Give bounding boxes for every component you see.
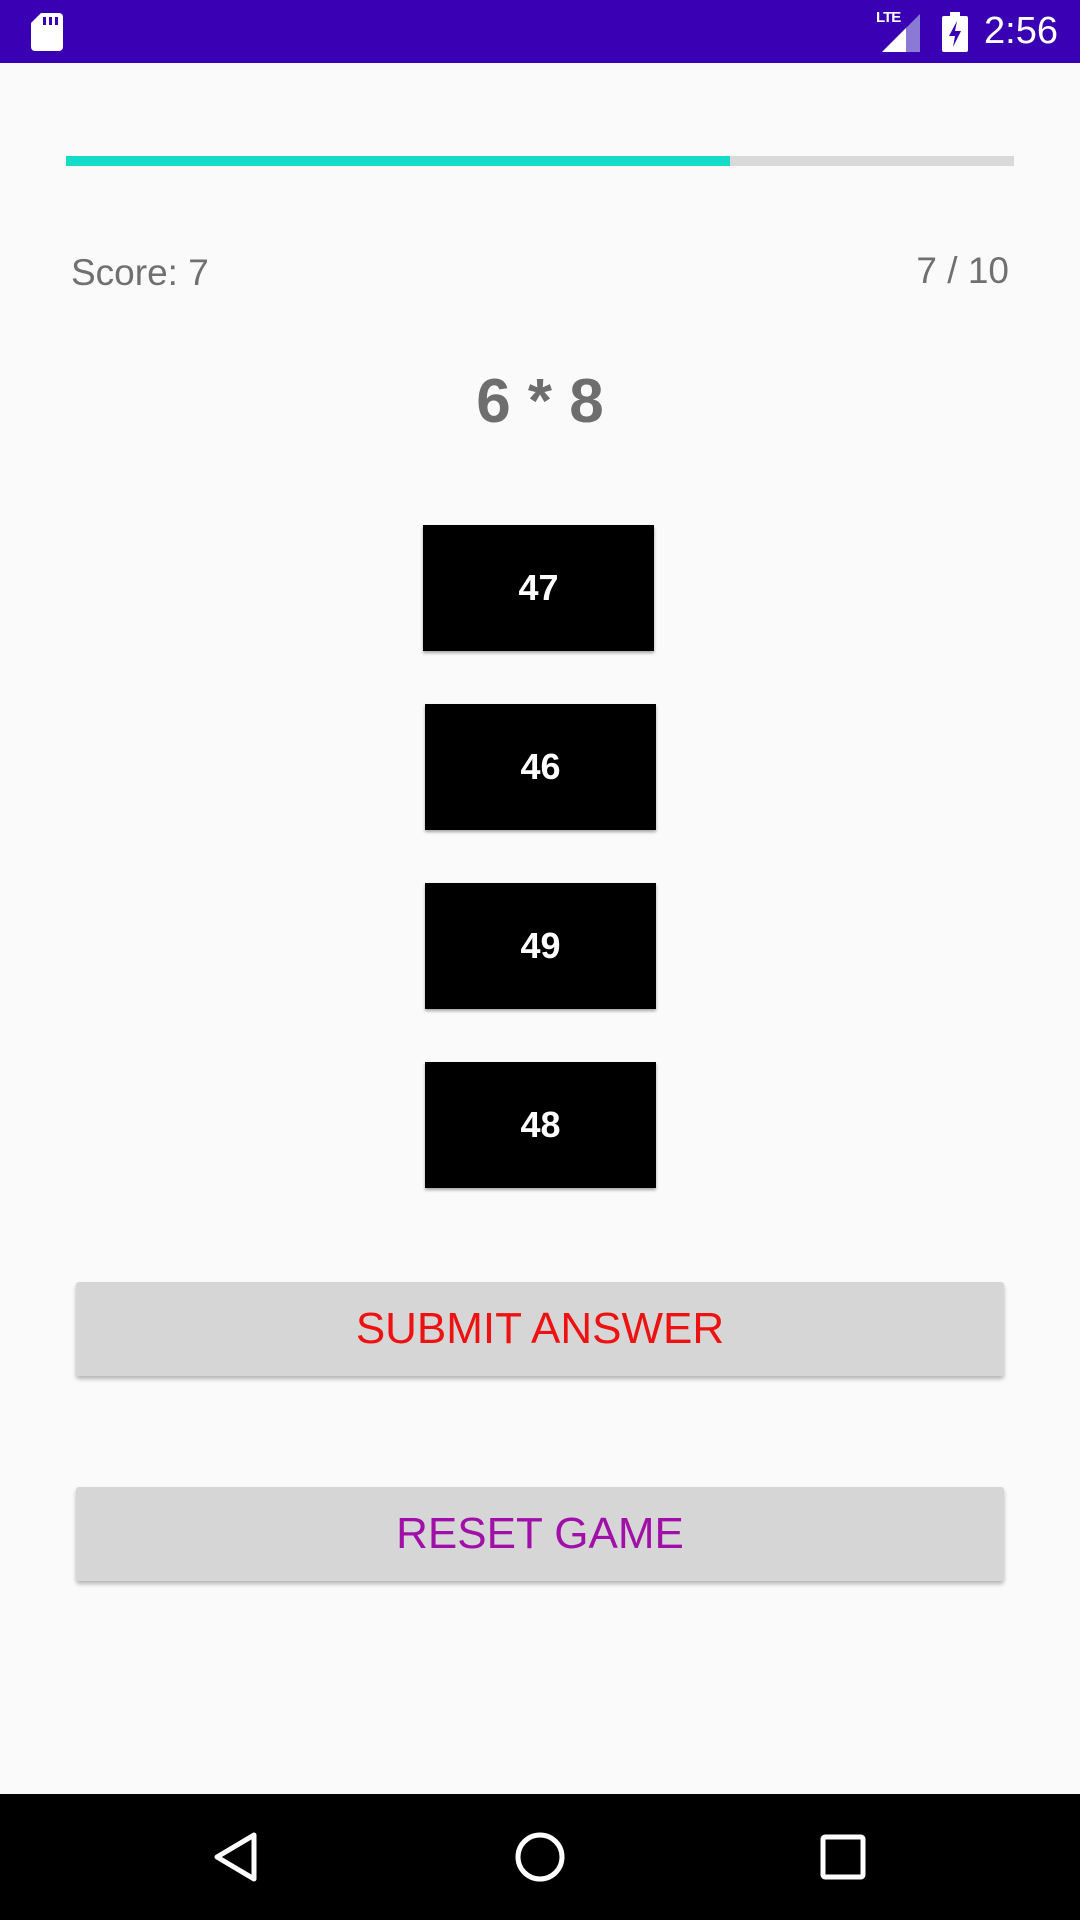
answer-choice-4[interactable]: 48 (425, 1062, 656, 1188)
status-clock: 2:56 (984, 10, 1058, 52)
back-button[interactable] (176, 1794, 296, 1920)
question-text: 6 * 8 (476, 367, 604, 436)
answer-choice-1[interactable]: 47 (423, 525, 654, 651)
reset-game-button[interactable]: RESET GAME (76, 1487, 1004, 1581)
home-button[interactable] (480, 1794, 600, 1920)
answer-choice-2[interactable]: 46 (425, 704, 656, 830)
submit-answer-button[interactable]: SUBMIT ANSWER (76, 1282, 1004, 1376)
answer-choice-3[interactable]: 49 (425, 883, 656, 1009)
score-label: Score: 7 (71, 252, 209, 293)
signal-icon: LTE (876, 9, 922, 52)
recents-icon (820, 1834, 866, 1880)
progress-bar-fill (66, 156, 730, 166)
sd-card-icon (31, 13, 63, 51)
recents-button[interactable] (783, 1794, 903, 1920)
progress-bar (66, 156, 1014, 166)
home-icon (515, 1832, 565, 1882)
navigation-bar (0, 1794, 1080, 1920)
status-bar: LTE 2:56 (0, 0, 1080, 63)
battery-charging-icon (942, 11, 969, 52)
question-counter: 7 / 10 (916, 250, 1009, 291)
back-icon (214, 1832, 257, 1882)
